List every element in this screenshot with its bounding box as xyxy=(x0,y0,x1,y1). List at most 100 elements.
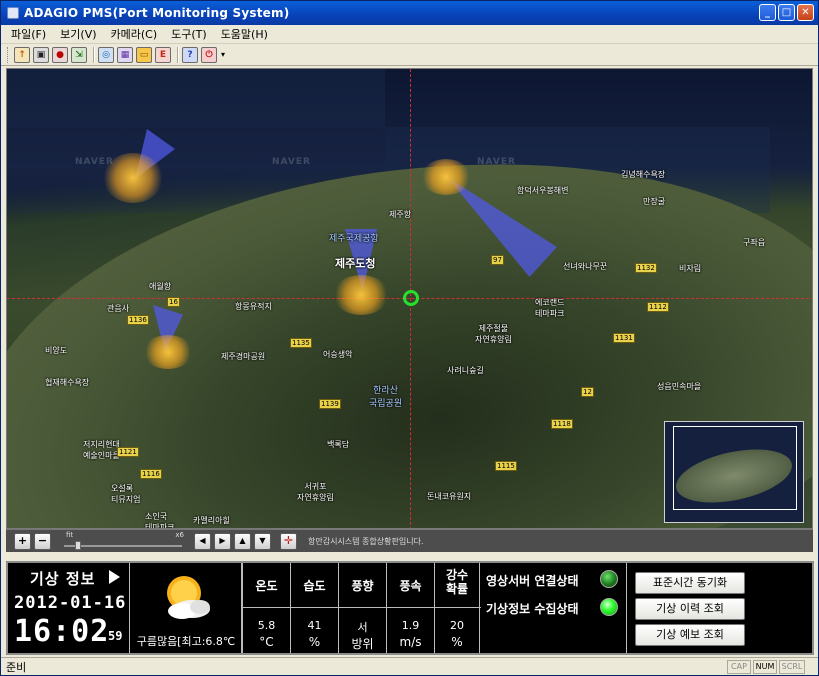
map-label-baeknokdam: 백록담 xyxy=(327,440,350,449)
menu-help[interactable]: 도움말(H) xyxy=(221,26,268,42)
map-tile xyxy=(7,69,385,127)
globe-icon[interactable]: ◎ xyxy=(98,46,114,63)
temperature-header: 온도 xyxy=(255,579,278,593)
map-watermark: NAVER xyxy=(272,157,311,167)
zoom-slider-track[interactable] xyxy=(64,545,182,547)
map-label-biyangdo: 비양도 xyxy=(45,346,68,355)
map-control-bar: + − fit x6 ◀ ▶ ▲ ▼ ✛ 항만감시시스템 종합상황판입니다. xyxy=(6,529,813,552)
camera-glow[interactable] xyxy=(103,153,163,203)
zoom-in-button[interactable]: + xyxy=(14,532,31,550)
close-button[interactable]: ✕ xyxy=(797,4,814,21)
video-server-status-label: 영상서버 연결상태 xyxy=(486,574,579,588)
map-label-jocheon: 함덕서우봉해변 xyxy=(517,186,569,195)
map-label-bijarim: 비자림 xyxy=(679,264,702,273)
zoom-max-label: x6 xyxy=(175,531,184,539)
zoom-slider-thumb[interactable] xyxy=(75,541,82,550)
help-icon[interactable]: ? xyxy=(182,46,198,63)
road-number: 1132 xyxy=(635,263,657,273)
menu-camera[interactable]: 카메라(C) xyxy=(111,26,158,42)
map-label-jeju-port: 제주항 xyxy=(389,210,412,219)
minimize-button[interactable]: _ xyxy=(759,4,776,21)
toolbar-separator xyxy=(93,46,95,63)
road-number: 1135 xyxy=(290,338,312,348)
wind-speed-column: 풍속 1.9 m/s xyxy=(386,563,434,653)
weather-seconds: 59 xyxy=(108,629,123,643)
menu-file[interactable]: 파일(F) xyxy=(11,26,46,42)
camera-glow[interactable] xyxy=(333,275,389,315)
pan-right-button[interactable]: ▶ xyxy=(214,532,231,550)
map-label-seonnyeo: 선녀와나무꾼 xyxy=(563,262,608,271)
weather-forecast-button[interactable]: 기상 예보 조회 xyxy=(635,624,745,646)
camera-glow[interactable] xyxy=(421,159,471,195)
map-label-game: 제주경마공원 xyxy=(221,352,266,361)
partly-cloudy-icon xyxy=(167,576,210,619)
zoom-slider[interactable]: fit x6 xyxy=(64,531,184,551)
menu-view[interactable]: 보기(V) xyxy=(60,26,96,42)
weather-icon-cell: 구름많음[최고:6.8℃ xyxy=(130,563,242,653)
precipitation-header: 강수 확률 xyxy=(445,568,469,596)
map-label-seogwipo-forest: 서귀포 자연휴양림 xyxy=(297,482,334,502)
weather-panel: 기상 정보 2012-01-16 16:02 59 구름많음[최고:6.8℃ 온… xyxy=(6,561,814,655)
play-icon[interactable] xyxy=(109,570,120,584)
road-number: 16 xyxy=(167,297,180,307)
weather-history-button[interactable]: 기상 이력 조회 xyxy=(635,598,745,620)
road-number: 1118 xyxy=(551,419,573,429)
road-number: 1139 xyxy=(319,399,341,409)
sync-time-button[interactable]: 표준시간 동기화 xyxy=(635,572,745,594)
camera-icon[interactable]: ▣ xyxy=(33,46,49,63)
minimap-viewport[interactable] xyxy=(673,426,797,510)
title-bar[interactable]: ADAGIO PMS(Port Monitoring System) _ □ ✕ xyxy=(1,1,818,25)
upload-icon[interactable]: ↑ xyxy=(14,46,30,63)
wind-speed-header: 풍속 xyxy=(399,579,422,593)
map-watermark: NAVER xyxy=(477,157,516,167)
power-icon[interactable]: ⏻ xyxy=(201,46,217,63)
toolbar-grip[interactable] xyxy=(7,46,10,63)
event-icon[interactable]: E xyxy=(155,46,171,63)
map-label-soingook: 소인국 테마파크 xyxy=(145,512,175,529)
center-map-button[interactable]: ✛ xyxy=(280,532,297,550)
caps-lock-indicator: CAP xyxy=(727,660,751,674)
wind-direction-header: 풍향 xyxy=(351,579,374,593)
road-number: 1136 xyxy=(127,315,149,325)
folder-icon[interactable]: ▭ xyxy=(136,46,152,63)
weather-title: 기상 정보 xyxy=(30,570,96,588)
map-view[interactable]: NAVER NAVER NAVER 제주도청 제주항 제주국제공항 한라산 국립… xyxy=(6,68,813,529)
humidity-header: 습도 xyxy=(303,579,326,593)
map-label-gwaneumsa: 관음사 xyxy=(107,304,130,313)
temperature-column: 온도 5.8 °C xyxy=(242,563,290,653)
record-icon[interactable]: ● xyxy=(52,46,68,63)
wind-direction-value: 서 xyxy=(357,621,368,634)
menu-bar: 파일(F) 보기(V) 카메라(C) 도구(T) 도움말(H) xyxy=(1,25,818,44)
map-label-airport: 제주국제공항 xyxy=(329,234,379,244)
overview-minimap[interactable] xyxy=(664,421,804,523)
menu-tools[interactable]: 도구(T) xyxy=(171,26,207,42)
pan-down-button[interactable]: ▼ xyxy=(254,532,271,550)
road-number: 97 xyxy=(491,255,504,265)
camera-glow[interactable] xyxy=(143,335,193,369)
map-label-jeolmul: 제주절물 자연휴양림 xyxy=(475,324,512,344)
road-number: 1121 xyxy=(117,447,139,457)
map-icon[interactable]: ▦ xyxy=(117,46,133,63)
map-label-saryeoni: 사려니숲길 xyxy=(447,366,484,375)
maximize-button[interactable]: □ xyxy=(778,4,795,21)
status-bar: 준비 CAP NUM SCRL xyxy=(1,657,818,675)
export-icon[interactable]: ⇲ xyxy=(71,46,87,63)
toolbar-overflow-icon[interactable]: ▾ xyxy=(221,50,225,59)
weather-collect-status-led xyxy=(600,598,618,616)
selected-location-marker[interactable] xyxy=(403,290,419,306)
map-label-gimnyeong: 김녕해수욕장 xyxy=(621,170,666,179)
map-label-hyangmong: 항몽유적지 xyxy=(235,302,272,311)
map-label-eoseungsaengak: 어승생악 xyxy=(323,350,353,359)
map-label-oseol: 오설록 티뮤지엄 xyxy=(111,484,141,504)
wind-speed-value: 1.9 xyxy=(401,619,420,632)
map-label-hallasan: 한라산 국립공원 xyxy=(369,386,403,409)
map-label-ecoland: 에코랜드 테마파크 xyxy=(535,298,565,318)
map-status-message: 항만감시시스템 종합상황판입니다. xyxy=(308,536,424,546)
zoom-out-button[interactable]: − xyxy=(34,532,51,550)
pan-up-button[interactable]: ▲ xyxy=(234,532,251,550)
toolbar-separator xyxy=(177,46,179,63)
application-window: ADAGIO PMS(Port Monitoring System) _ □ ✕… xyxy=(0,0,819,676)
pan-left-button[interactable]: ◀ xyxy=(194,532,211,550)
app-icon[interactable] xyxy=(7,7,19,19)
weather-time: 16:02 xyxy=(14,614,110,649)
